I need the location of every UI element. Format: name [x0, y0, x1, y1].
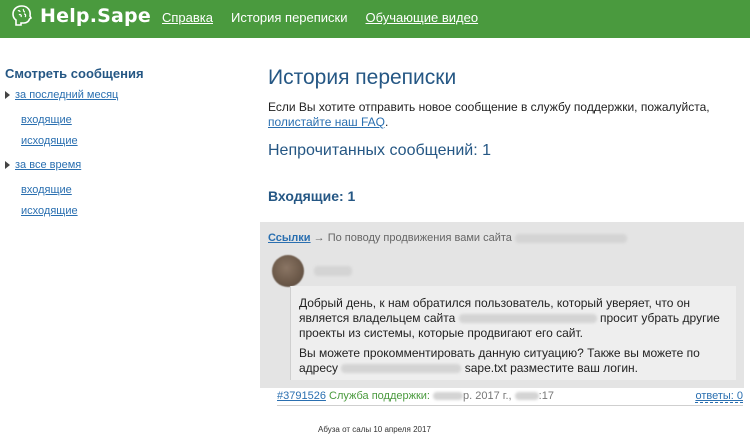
- faq-link[interactable]: полистайте наш FAQ: [268, 115, 385, 129]
- sidebar-link-month-inbox[interactable]: входящие: [21, 114, 72, 126]
- unread-count: Непрочитанных сообщений: 1: [268, 142, 492, 159]
- arrow-right-icon: →: [313, 232, 325, 244]
- redacted-url: [341, 364, 462, 374]
- nav-videos[interactable]: Обучающие видео: [366, 10, 479, 25]
- redacted-site: [514, 233, 627, 243]
- sidebar-link-last-month[interactable]: за последний месяц: [15, 89, 118, 101]
- brain-logo-icon: [11, 4, 33, 28]
- triangle-right-icon: [5, 161, 10, 169]
- body-p2-end: sape.txt разместите ваш логин.: [464, 361, 639, 375]
- intro-sentence: Если Вы хотите отправить новое сообщение…: [268, 100, 710, 114]
- nav-help[interactable]: Справка: [162, 10, 213, 25]
- triangle-right-icon: [5, 91, 10, 99]
- sidebar-item: входящие: [5, 180, 185, 196]
- message-category-link[interactable]: Ссылки: [268, 232, 311, 244]
- message-meta: #3791526 Служба поддержки: р. 2017 г., :…: [277, 390, 743, 406]
- redacted-site: [458, 314, 597, 324]
- sidebar-link-all-time[interactable]: за все время: [15, 159, 81, 171]
- sidebar-title: Смотреть сообщения: [5, 66, 144, 81]
- message-body: Добрый день, к нам обратился пользовател…: [290, 286, 736, 380]
- main-content: История переписки Если Вы хотите отправи…: [268, 66, 746, 204]
- inbox-heading: Входящие: 1: [268, 188, 356, 204]
- sidebar-link-month-outbox[interactable]: исходящие: [21, 135, 78, 147]
- message-time: :17: [538, 390, 554, 402]
- logo-text: Help.Sape: [40, 5, 151, 27]
- sidebar-link-all-inbox[interactable]: входящие: [21, 184, 72, 196]
- sidebar-group-month: за последний месяц: [5, 87, 185, 103]
- sidebar-link-all-outbox[interactable]: исходящие: [21, 205, 78, 217]
- avatar: [272, 255, 304, 287]
- subject-text: По поводу продвижения вами сайта: [327, 232, 512, 244]
- redacted-date: [433, 392, 464, 401]
- redacted-time: [514, 392, 539, 401]
- main-nav: Справка История переписки Обучающие виде…: [162, 10, 496, 25]
- sidebar-group-all: за все время: [5, 157, 185, 173]
- logo[interactable]: Help.Sape: [11, 4, 151, 28]
- page-title: История переписки: [268, 66, 457, 89]
- message-paragraph-2: Вы можете прокомментировать данную ситуа…: [299, 346, 731, 376]
- support-label: Служба поддержки:: [329, 390, 430, 402]
- redacted-author: [314, 266, 352, 276]
- message-date: р. 2017 г.,: [463, 390, 512, 402]
- message-card: Ссылки → По поводу продвижения вами сайт…: [260, 222, 744, 388]
- message-subject: Ссылки → По поводу продвижения вами сайт…: [268, 232, 627, 244]
- sidebar-item: входящие: [5, 110, 185, 126]
- image-caption: Абуза от салы 10 апреля 2017: [318, 425, 431, 434]
- intro-text: Если Вы хотите отправить новое сообщение…: [268, 100, 746, 130]
- replies-link[interactable]: ответы: 0: [695, 390, 743, 403]
- sidebar: Смотреть сообщения за последний месяц вх…: [5, 66, 185, 217]
- top-navigation-bar: Help.Sape Справка История переписки Обуч…: [0, 0, 750, 38]
- nav-history[interactable]: История переписки: [231, 10, 348, 25]
- sidebar-item: исходящие: [5, 201, 185, 217]
- sidebar-item: исходящие: [5, 131, 185, 147]
- message-paragraph-1: Добрый день, к нам обратился пользовател…: [299, 296, 731, 341]
- ticket-number-link[interactable]: #3791526: [277, 390, 326, 402]
- divider: [277, 405, 743, 406]
- intro-period: .: [385, 115, 389, 129]
